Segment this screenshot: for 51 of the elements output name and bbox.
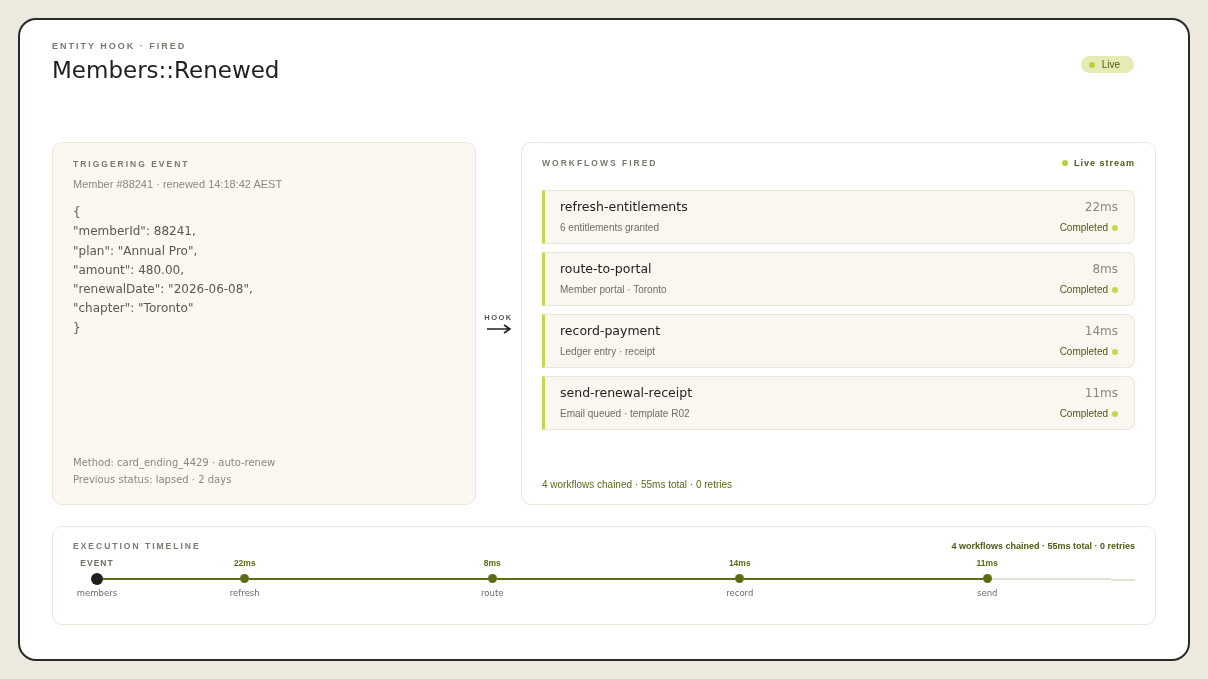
code-line: "memberId": 88241, <box>73 223 197 241</box>
status-text: Completed <box>1059 346 1108 357</box>
eyebrow-label: ENTITY HOOK · FIRED <box>52 41 188 51</box>
workflow-detail: Member portal · Toronto <box>560 284 667 295</box>
timeline-summary: 4 workflows chained · 55ms total · 0 retries <box>951 541 1135 551</box>
arrow-icon <box>485 324 512 334</box>
status-text: Completed <box>1059 222 1108 233</box>
code-line: "renewalDate": "2026-06-08", <box>73 281 254 299</box>
workflow-name: refresh-entitlements <box>560 199 688 214</box>
status-text: Completed <box>1059 284 1108 295</box>
code-line: "plan": "Annual Pro", <box>73 242 199 260</box>
code-line: "chapter": "Toronto" <box>73 300 195 318</box>
workflow-item[interactable]: send-renewal-receipt 11ms Email queued · template R02 Completed <box>542 376 1135 430</box>
stop-label: members <box>76 588 118 598</box>
stream-label: Live stream <box>1073 158 1135 168</box>
workflow-duration: 11ms <box>1084 385 1118 400</box>
code-line: { <box>73 204 82 221</box>
status-text: Completed <box>1059 408 1108 419</box>
workflow-name: send-renewal-receipt <box>560 385 693 400</box>
stop-label: record <box>726 588 754 598</box>
section-heading: EXECUTION TIMELINE <box>73 541 201 551</box>
section-heading: TRIGGERING EVENT <box>73 159 191 169</box>
stop-label: route <box>481 588 504 598</box>
duration-label: 22ms <box>233 558 256 569</box>
workflow-item[interactable]: route-to-portal 8ms Member portal · Toronto Completed <box>542 252 1135 306</box>
stop-label: send <box>977 588 998 598</box>
section-heading: WORKFLOWS FIRED <box>542 158 658 168</box>
event-detail: Method: card_ending_4429 · auto-renew <box>73 456 277 471</box>
stop-label: refresh <box>229 588 260 598</box>
workflow-item[interactable]: refresh-entitlements 22ms 6 entitlements granted Completed <box>542 190 1135 244</box>
workflow-detail: Email queued · template R02 <box>560 408 690 419</box>
code-line: } <box>73 319 82 337</box>
event-subtitle: Member #88241 · renewed 14:18:42 AEST <box>73 178 284 190</box>
workflow-name: record-payment <box>560 323 661 338</box>
duration-label: 14ms <box>728 558 751 569</box>
workflow-duration: 14ms <box>1084 323 1118 338</box>
page-title: Members::Renewed <box>52 57 280 83</box>
event-label: EVENT <box>80 558 114 569</box>
workflow-detail: 6 entitlements granted <box>560 222 659 233</box>
workflow-summary: 4 workflows chained · 55ms total · 0 retries <box>542 479 734 490</box>
event-node <box>91 572 103 585</box>
duration-label: 8ms <box>483 558 501 569</box>
badge-label: Live <box>1101 59 1120 70</box>
workflow-duration: 22ms <box>1084 199 1118 214</box>
duration-label: 11ms <box>976 558 998 569</box>
workflow-item[interactable]: record-payment 14ms Ledger entry · receipt Completed <box>542 314 1135 368</box>
workflow-detail: Ledger entry · receipt <box>560 346 656 357</box>
workflow-name: route-to-portal <box>560 261 652 276</box>
workflow-duration: 8ms <box>1092 261 1118 276</box>
code-line: "amount": 480.00, <box>73 261 185 279</box>
event-detail: Previous status: lapsed · 2 days <box>73 473 233 487</box>
